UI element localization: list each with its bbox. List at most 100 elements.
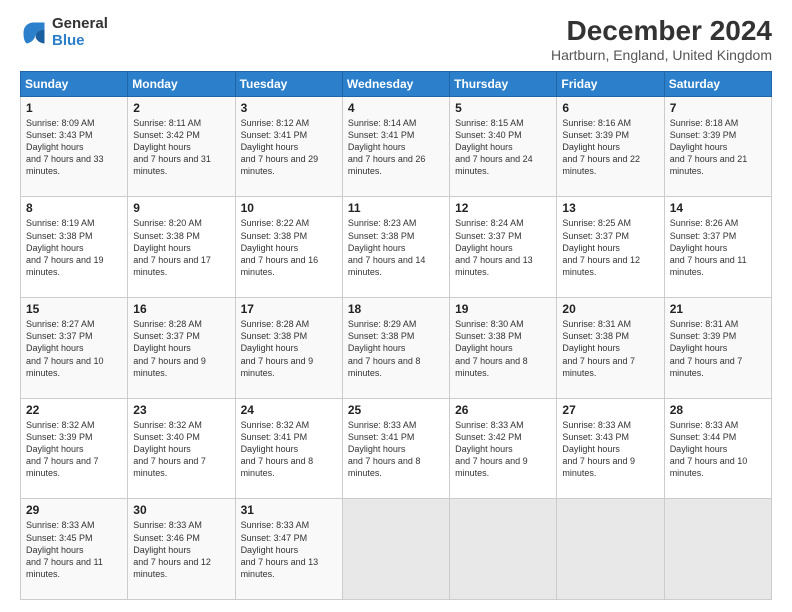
day-number: 21 (670, 302, 766, 316)
cell-info: Sunrise: 8:33 AM Sunset: 3:45 PM Dayligh… (26, 519, 122, 580)
calendar-cell: 17 Sunrise: 8:28 AM Sunset: 3:38 PM Dayl… (235, 298, 342, 399)
cell-info: Sunrise: 8:31 AM Sunset: 3:39 PM Dayligh… (670, 318, 766, 379)
calendar-cell: 9 Sunrise: 8:20 AM Sunset: 3:38 PM Dayli… (128, 197, 235, 298)
calendar-header: Sunday Monday Tuesday Wednesday Thursday… (21, 71, 772, 96)
cell-info: Sunrise: 8:09 AM Sunset: 3:43 PM Dayligh… (26, 117, 122, 178)
cell-info: Sunrise: 8:24 AM Sunset: 3:37 PM Dayligh… (455, 217, 551, 278)
header: General Blue December 2024 Hartburn, Eng… (20, 16, 772, 63)
calendar-week-5: 29 Sunrise: 8:33 AM Sunset: 3:45 PM Dayl… (21, 499, 772, 600)
day-number: 5 (455, 101, 551, 115)
calendar-week-4: 22 Sunrise: 8:32 AM Sunset: 3:39 PM Dayl… (21, 398, 772, 499)
calendar-cell: 24 Sunrise: 8:32 AM Sunset: 3:41 PM Dayl… (235, 398, 342, 499)
calendar-cell: 16 Sunrise: 8:28 AM Sunset: 3:37 PM Dayl… (128, 298, 235, 399)
calendar-cell (664, 499, 771, 600)
cell-info: Sunrise: 8:11 AM Sunset: 3:42 PM Dayligh… (133, 117, 229, 178)
calendar-cell: 5 Sunrise: 8:15 AM Sunset: 3:40 PM Dayli… (450, 96, 557, 197)
cell-info: Sunrise: 8:26 AM Sunset: 3:37 PM Dayligh… (670, 217, 766, 278)
day-number: 24 (241, 403, 337, 417)
calendar-cell: 28 Sunrise: 8:33 AM Sunset: 3:44 PM Dayl… (664, 398, 771, 499)
cell-info: Sunrise: 8:33 AM Sunset: 3:46 PM Dayligh… (133, 519, 229, 580)
cell-info: Sunrise: 8:28 AM Sunset: 3:38 PM Dayligh… (241, 318, 337, 379)
cell-info: Sunrise: 8:30 AM Sunset: 3:38 PM Dayligh… (455, 318, 551, 379)
calendar-cell: 15 Sunrise: 8:27 AM Sunset: 3:37 PM Dayl… (21, 298, 128, 399)
logo-text: General Blue (52, 16, 108, 49)
calendar-week-1: 1 Sunrise: 8:09 AM Sunset: 3:43 PM Dayli… (21, 96, 772, 197)
calendar-cell: 19 Sunrise: 8:30 AM Sunset: 3:38 PM Dayl… (450, 298, 557, 399)
day-number: 22 (26, 403, 122, 417)
day-number: 19 (455, 302, 551, 316)
cell-info: Sunrise: 8:19 AM Sunset: 3:38 PM Dayligh… (26, 217, 122, 278)
day-number: 20 (562, 302, 658, 316)
cell-info: Sunrise: 8:32 AM Sunset: 3:40 PM Dayligh… (133, 419, 229, 480)
day-number: 15 (26, 302, 122, 316)
col-thursday: Thursday (450, 71, 557, 96)
calendar-cell (557, 499, 664, 600)
calendar-cell: 26 Sunrise: 8:33 AM Sunset: 3:42 PM Dayl… (450, 398, 557, 499)
cell-info: Sunrise: 8:15 AM Sunset: 3:40 PM Dayligh… (455, 117, 551, 178)
cell-info: Sunrise: 8:18 AM Sunset: 3:39 PM Dayligh… (670, 117, 766, 178)
cell-info: Sunrise: 8:31 AM Sunset: 3:38 PM Dayligh… (562, 318, 658, 379)
calendar-cell: 12 Sunrise: 8:24 AM Sunset: 3:37 PM Dayl… (450, 197, 557, 298)
logo-blue-text: Blue (52, 33, 108, 50)
col-wednesday: Wednesday (342, 71, 449, 96)
cell-info: Sunrise: 8:33 AM Sunset: 3:41 PM Dayligh… (348, 419, 444, 480)
day-number: 4 (348, 101, 444, 115)
cell-info: Sunrise: 8:28 AM Sunset: 3:37 PM Dayligh… (133, 318, 229, 379)
col-tuesday: Tuesday (235, 71, 342, 96)
cell-info: Sunrise: 8:27 AM Sunset: 3:37 PM Dayligh… (26, 318, 122, 379)
day-number: 6 (562, 101, 658, 115)
calendar-week-2: 8 Sunrise: 8:19 AM Sunset: 3:38 PM Dayli… (21, 197, 772, 298)
col-saturday: Saturday (664, 71, 771, 96)
col-sunday: Sunday (21, 71, 128, 96)
cell-info: Sunrise: 8:33 AM Sunset: 3:42 PM Dayligh… (455, 419, 551, 480)
logo-icon (20, 19, 48, 47)
calendar-cell: 30 Sunrise: 8:33 AM Sunset: 3:46 PM Dayl… (128, 499, 235, 600)
col-monday: Monday (128, 71, 235, 96)
calendar-cell: 27 Sunrise: 8:33 AM Sunset: 3:43 PM Dayl… (557, 398, 664, 499)
calendar-cell: 6 Sunrise: 8:16 AM Sunset: 3:39 PM Dayli… (557, 96, 664, 197)
calendar-cell: 14 Sunrise: 8:26 AM Sunset: 3:37 PM Dayl… (664, 197, 771, 298)
subtitle: Hartburn, England, United Kingdom (551, 47, 772, 63)
title-block: December 2024 Hartburn, England, United … (551, 16, 772, 63)
day-number: 12 (455, 201, 551, 215)
calendar-cell: 13 Sunrise: 8:25 AM Sunset: 3:37 PM Dayl… (557, 197, 664, 298)
day-number: 7 (670, 101, 766, 115)
calendar: Sunday Monday Tuesday Wednesday Thursday… (20, 71, 772, 600)
day-number: 25 (348, 403, 444, 417)
day-number: 27 (562, 403, 658, 417)
cell-info: Sunrise: 8:32 AM Sunset: 3:39 PM Dayligh… (26, 419, 122, 480)
cell-info: Sunrise: 8:29 AM Sunset: 3:38 PM Dayligh… (348, 318, 444, 379)
calendar-cell: 8 Sunrise: 8:19 AM Sunset: 3:38 PM Dayli… (21, 197, 128, 298)
logo-general-text: General (52, 16, 108, 33)
calendar-cell: 11 Sunrise: 8:23 AM Sunset: 3:38 PM Dayl… (342, 197, 449, 298)
calendar-cell: 4 Sunrise: 8:14 AM Sunset: 3:41 PM Dayli… (342, 96, 449, 197)
day-number: 28 (670, 403, 766, 417)
calendar-cell: 18 Sunrise: 8:29 AM Sunset: 3:38 PM Dayl… (342, 298, 449, 399)
header-row: Sunday Monday Tuesday Wednesday Thursday… (21, 71, 772, 96)
day-number: 17 (241, 302, 337, 316)
page: General Blue December 2024 Hartburn, Eng… (0, 0, 792, 612)
logo: General Blue (20, 16, 108, 49)
cell-info: Sunrise: 8:14 AM Sunset: 3:41 PM Dayligh… (348, 117, 444, 178)
calendar-cell (342, 499, 449, 600)
day-number: 1 (26, 101, 122, 115)
day-number: 31 (241, 503, 337, 517)
calendar-cell: 29 Sunrise: 8:33 AM Sunset: 3:45 PM Dayl… (21, 499, 128, 600)
cell-info: Sunrise: 8:33 AM Sunset: 3:47 PM Dayligh… (241, 519, 337, 580)
day-number: 3 (241, 101, 337, 115)
calendar-cell: 1 Sunrise: 8:09 AM Sunset: 3:43 PM Dayli… (21, 96, 128, 197)
calendar-cell: 25 Sunrise: 8:33 AM Sunset: 3:41 PM Dayl… (342, 398, 449, 499)
cell-info: Sunrise: 8:25 AM Sunset: 3:37 PM Dayligh… (562, 217, 658, 278)
calendar-cell: 31 Sunrise: 8:33 AM Sunset: 3:47 PM Dayl… (235, 499, 342, 600)
calendar-cell: 7 Sunrise: 8:18 AM Sunset: 3:39 PM Dayli… (664, 96, 771, 197)
day-number: 29 (26, 503, 122, 517)
cell-info: Sunrise: 8:12 AM Sunset: 3:41 PM Dayligh… (241, 117, 337, 178)
day-number: 30 (133, 503, 229, 517)
day-number: 8 (26, 201, 122, 215)
calendar-cell: 21 Sunrise: 8:31 AM Sunset: 3:39 PM Dayl… (664, 298, 771, 399)
cell-info: Sunrise: 8:32 AM Sunset: 3:41 PM Dayligh… (241, 419, 337, 480)
cell-info: Sunrise: 8:33 AM Sunset: 3:43 PM Dayligh… (562, 419, 658, 480)
calendar-cell: 20 Sunrise: 8:31 AM Sunset: 3:38 PM Dayl… (557, 298, 664, 399)
day-number: 16 (133, 302, 229, 316)
day-number: 14 (670, 201, 766, 215)
